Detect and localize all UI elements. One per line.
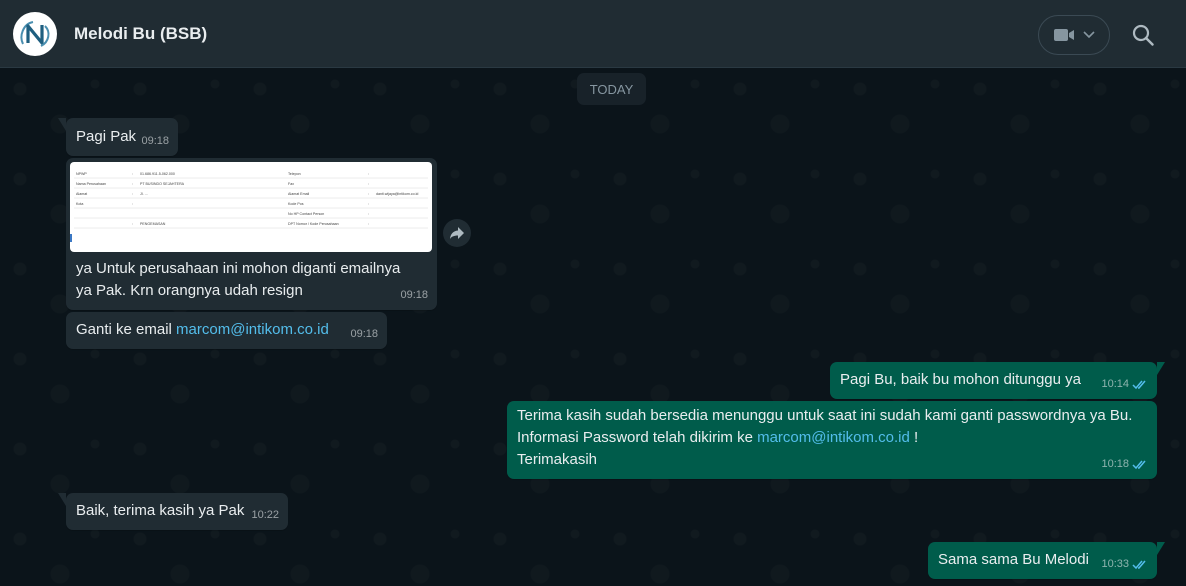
document-selection-marker [70, 234, 72, 242]
document-cell-text: : [368, 212, 369, 216]
double-check-icon [1132, 380, 1146, 389]
document-cell-text: PT BUSINDO SEJAHTERA [140, 182, 185, 186]
message-text-prefix: Ganti ke email [76, 321, 172, 338]
document-cell-text: 01.686.911.5-062.000 [140, 172, 175, 176]
message-text: Terima kasih sudah bersedia menunggu unt… [517, 405, 1157, 471]
message-line: Terimakasih [517, 451, 598, 468]
avatar-logo-icon [20, 21, 50, 47]
message-text: Pagi Pak [76, 128, 137, 145]
message-text: Pagi Bu, baik bu mohon ditunggu ya [840, 371, 1082, 388]
forward-button[interactable] [443, 219, 471, 247]
document-cell-text: : [132, 222, 133, 226]
forward-arrow-icon [450, 227, 464, 239]
message-time: 10:18 [1101, 458, 1129, 470]
double-check-icon [1132, 560, 1146, 569]
outgoing-message[interactable]: Sama sama Bu Melodi 10:33 [928, 542, 1165, 579]
incoming-image-message[interactable]: NPWP: 01.686.911.5-062.000 Telepon: Nama Pe… [66, 158, 437, 310]
incoming-message[interactable]: Baik, terima kasih ya Pak 10:22 [58, 493, 288, 530]
chevron-down-icon [1083, 31, 1095, 39]
message-line: Terima kasih sudah bersedia menunggu unt… [517, 407, 1133, 424]
document-image[interactable]: NPWP: 01.686.911.5-062.000 Telepon: Nama Pe… [70, 162, 432, 252]
document-cell-text: Nama Perusahaan [76, 182, 106, 186]
email-link[interactable]: marcom@intikom.co.id [176, 321, 329, 338]
message-list[interactable]: TODAY Pagi Pak 09:18 NPWP: 01.686.911.5-0… [0, 69, 1186, 586]
outgoing-message[interactable]: Pagi Bu, baik bu mohon ditunggu ya 10:14 [830, 362, 1165, 399]
message-meta: 10:14 [1101, 373, 1148, 395]
message-time: 10:22 [251, 509, 279, 521]
message-line: Informasi Password telah dikirim ke marc… [517, 427, 1157, 449]
document-cell-text: : [132, 192, 133, 196]
video-camera-icon [1054, 29, 1074, 41]
document-cell-text: Alamat Email [288, 192, 309, 196]
document-cell-text: DPT Nomor / Kode Perusahaan [288, 222, 339, 226]
document-cell-text: No HP Contact Person [288, 212, 324, 216]
message-text-suffix: ! [914, 429, 919, 446]
document-cell-text: PENGEMASAN [140, 222, 166, 226]
document-cell-text: : [368, 182, 369, 186]
document-cell-text: : [368, 222, 369, 226]
document-cell-text: : [368, 172, 369, 176]
image-caption: ya Untuk perusahaan ini mohon diganti em… [76, 260, 401, 299]
chat-header: Melodi Bu (BSB) [0, 0, 1186, 68]
document-cell-text: danti.wijaya@intikom.co.id [376, 192, 418, 196]
date-divider: TODAY [577, 73, 646, 105]
search-button[interactable] [1128, 20, 1158, 50]
incoming-message[interactable]: Pagi Pak 09:18 [58, 118, 178, 156]
email-link[interactable]: marcom@intikom.co.id [757, 429, 910, 446]
message-meta: 10:33 [1101, 553, 1148, 575]
message-text: Sama sama Bu Melodi [938, 551, 1089, 568]
message-time: 10:33 [1101, 558, 1129, 570]
document-cell-text: Kota [76, 202, 83, 206]
message-text: Baik, terima kasih ya Pak [76, 502, 245, 519]
message-time: 09:18 [141, 135, 169, 147]
search-icon [1132, 24, 1154, 46]
message-text-prefix: Informasi Password telah dikirim ke [517, 429, 753, 446]
message-time: 09:18 [350, 328, 378, 340]
document-cell-text: NPWP [76, 172, 87, 176]
document-cell-text: Kode Pos [288, 202, 304, 206]
document-cell-text: Alamat [76, 192, 87, 196]
document-cell-text: : [368, 192, 369, 196]
message-text: Ganti ke email marcom@intikom.co.id [76, 319, 329, 341]
video-call-button[interactable] [1038, 15, 1110, 55]
incoming-message[interactable]: Ganti ke email marcom@intikom.co.id 09:1… [66, 312, 387, 349]
message-meta: 10:18 [1101, 453, 1148, 475]
contact-avatar[interactable] [13, 12, 57, 56]
document-cell-text: Fax [288, 182, 294, 186]
double-check-icon [1132, 460, 1146, 469]
message-time: 10:14 [1101, 378, 1129, 390]
outgoing-message[interactable]: Terima kasih sudah bersedia menunggu unt… [507, 401, 1157, 479]
document-cell-text: : [132, 202, 133, 206]
document-cell-text: : [132, 182, 133, 186]
document-table-preview: NPWP: 01.686.911.5-062.000 Telepon: Nama Pe… [70, 172, 428, 242]
document-cell-text: Jl. ... [140, 192, 148, 196]
document-cell-text: : [132, 172, 133, 176]
message-time: 09:18 [400, 289, 428, 301]
document-cell-text: : [368, 202, 369, 206]
chat-title[interactable]: Melodi Bu (BSB) [74, 24, 207, 44]
document-cell-text: Telepon [288, 172, 301, 176]
